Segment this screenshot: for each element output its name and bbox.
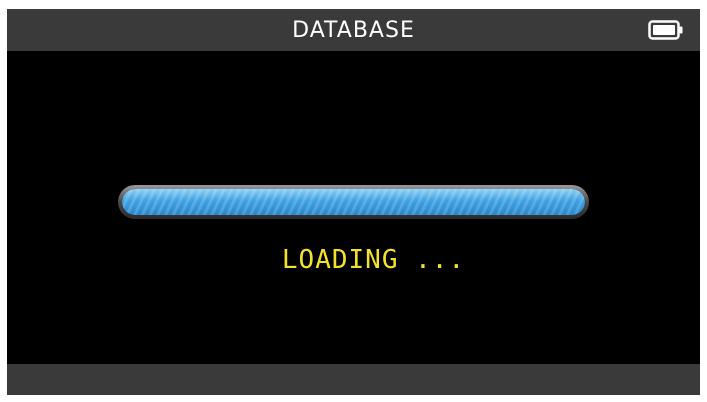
progress-bar-fill <box>122 189 585 215</box>
device-frame: DATABASE LOADING ... <box>0 0 707 402</box>
battery-icon <box>648 20 683 40</box>
device-screen: DATABASE LOADING ... <box>7 9 700 395</box>
progress-bar-track <box>122 189 585 215</box>
page-title: DATABASE <box>292 18 415 43</box>
progress-bar <box>118 185 589 219</box>
loading-status-text: LOADING ... <box>281 245 466 275</box>
footer-bar <box>7 364 700 395</box>
main-content: LOADING ... <box>7 51 700 364</box>
header-bar: DATABASE <box>7 9 700 51</box>
